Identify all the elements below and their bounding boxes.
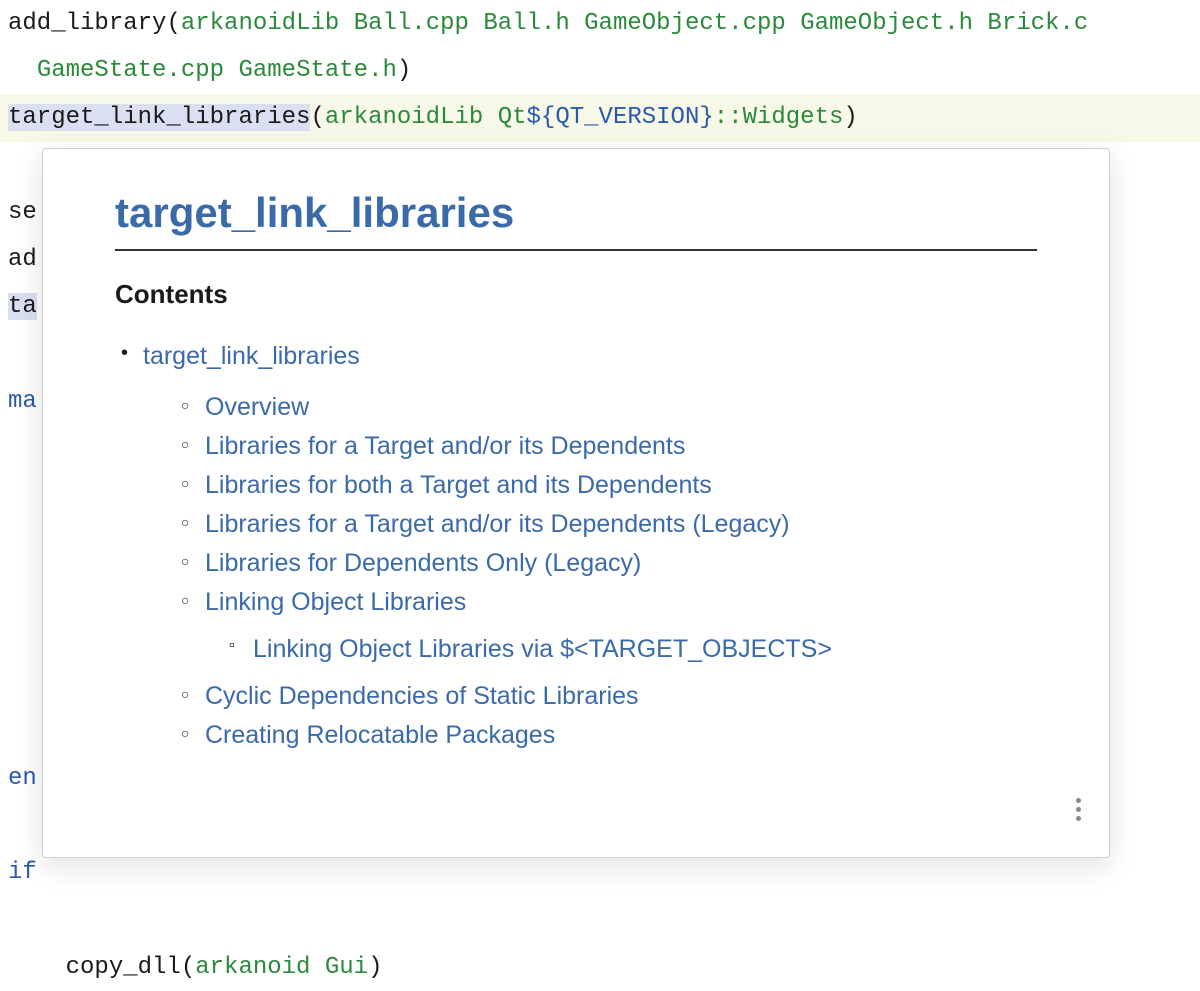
code-line-1[interactable]: add_library(arkanoidLib Ball.cpp Ball.h …	[0, 0, 1200, 47]
toc-link-libs-target-deps[interactable]: Libraries for a Target and/or its Depend…	[205, 432, 685, 460]
contents-heading: Contents	[115, 279, 1037, 310]
toc-root: target_link_libraries Overview Libraries…	[115, 342, 1037, 750]
toc-link-object-libs[interactable]: Linking Object Libraries	[205, 588, 466, 616]
toc-link-overview[interactable]: Overview	[205, 393, 309, 421]
fn-name: target_link_libraries	[8, 104, 310, 131]
toc-subsections: Linking Object Libraries via $<TARGET_OB…	[205, 635, 1037, 664]
code-line-2[interactable]: GameState.cpp GameState.h)	[0, 47, 1200, 94]
toc-link-target-objects[interactable]: Linking Object Libraries via $<TARGET_OB…	[253, 635, 832, 663]
fn-name: add_library	[8, 10, 166, 37]
more-options-icon[interactable]	[1070, 792, 1087, 827]
toc-link-libs-both[interactable]: Libraries for both a Target and its Depe…	[205, 471, 712, 499]
toc-sections: Overview Libraries for a Target and/or i…	[143, 393, 1037, 750]
toc-link-libs-legacy[interactable]: Libraries for a Target and/or its Depend…	[205, 510, 790, 538]
toc-link-root[interactable]: target_link_libraries	[143, 342, 360, 370]
toc-link-relocatable[interactable]: Creating Relocatable Packages	[205, 721, 555, 749]
documentation-popup: target_link_libraries Contents target_li…	[42, 148, 1110, 858]
toc-link-deps-only-legacy[interactable]: Libraries for Dependents Only (Legacy)	[205, 549, 641, 577]
toc-link-cyclic[interactable]: Cyclic Dependencies of Static Libraries	[205, 682, 639, 710]
doc-title: target_link_libraries	[115, 189, 1037, 251]
code-line-3[interactable]: target_link_libraries(arkanoidLib Qt${QT…	[0, 94, 1200, 141]
code-line-copydll[interactable]: copy_dll(arkanoid Gui)	[0, 944, 1200, 991]
